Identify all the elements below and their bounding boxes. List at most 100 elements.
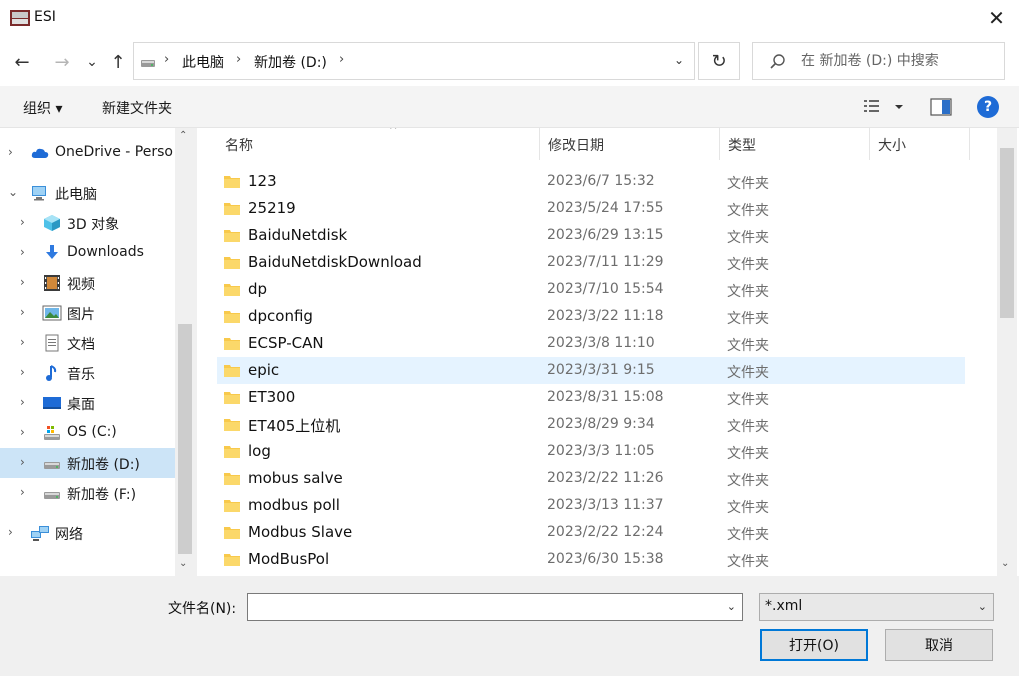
folder-icon — [224, 230, 240, 242]
file-row[interactable]: ECSP-CAN 2023/3/8 11:10 文件夹 — [217, 330, 965, 357]
cancel-button[interactable]: 取消 — [885, 629, 993, 661]
folder-icon — [224, 203, 240, 215]
tree-item[interactable]: › 文档 — [0, 328, 175, 358]
file-type-select[interactable]: *.xml ⌄ — [759, 593, 994, 621]
chevron-down-icon[interactable]: ⌄ — [8, 185, 18, 199]
breadcrumb-this-pc[interactable]: 此电脑 — [182, 52, 224, 72]
file-row[interactable]: 25219 2023/5/24 17:55 文件夹 — [217, 195, 965, 222]
tree-item-label: 3D 对象 — [67, 217, 120, 233]
search-input[interactable] — [801, 50, 997, 72]
folder-icon — [224, 473, 240, 485]
file-row[interactable]: ET300 2023/8/31 15:08 文件夹 — [217, 384, 965, 411]
scroll-down-icon[interactable]: ⌄ — [1001, 558, 1009, 569]
search-box[interactable] — [752, 42, 1005, 80]
tree-item[interactable]: › 视频 — [0, 268, 175, 298]
tree-item-label: 此电脑 — [55, 187, 97, 203]
filename-input[interactable] — [252, 597, 712, 617]
help-button[interactable]: ? — [977, 96, 999, 118]
new-folder-button[interactable]: 新建文件夹 — [102, 98, 172, 118]
file-row[interactable]: ET405上位机 2023/8/29 9:34 文件夹 — [217, 411, 965, 438]
scroll-up-icon[interactable]: ⌃ — [179, 130, 187, 141]
tree-item[interactable]: › Downloads — [0, 238, 175, 268]
forward-button[interactable]: → — [50, 50, 74, 74]
file-row[interactable]: modbus poll 2023/3/13 11:37 文件夹 — [217, 492, 965, 519]
back-button[interactable]: ← — [10, 50, 34, 74]
file-date: 2023/3/8 11:10 — [547, 335, 655, 351]
close-icon: ✕ — [988, 6, 1005, 30]
file-name: 25219 — [248, 199, 296, 217]
chevron-right-icon[interactable]: › — [20, 365, 25, 379]
open-button[interactable]: 打开(O) — [760, 629, 868, 661]
file-row[interactable]: dpconfig 2023/3/22 11:18 文件夹 — [217, 303, 965, 330]
tree-item[interactable]: ⌄ 此电脑 — [0, 178, 175, 208]
column-header-size[interactable]: 大小 — [870, 128, 970, 160]
file-name: epic — [248, 361, 280, 379]
column-header-name[interactable]: 名称 ^ — [217, 128, 540, 160]
navigation-pane-scrollbar[interactable]: ⌃ ⌄ — [175, 128, 195, 576]
music-icon — [42, 364, 62, 382]
chevron-down-icon[interactable]: ⌄ — [674, 53, 684, 67]
refresh-button[interactable]: ↻ — [698, 42, 740, 80]
address-bar[interactable]: › 此电脑 › 新加卷 (D:) › ⌄ — [133, 42, 695, 80]
file-row[interactable]: BaiduNetdiskDownload 2023/7/11 11:29 文件夹 — [217, 249, 965, 276]
file-row[interactable]: Modbus Slave 2023/2/22 12:24 文件夹 — [217, 519, 965, 546]
chevron-right-icon[interactable]: › — [8, 525, 13, 539]
scroll-down-icon[interactable]: ⌄ — [179, 558, 187, 569]
file-row[interactable]: mobus salve 2023/2/22 11:26 文件夹 — [217, 465, 965, 492]
chevron-down-icon[interactable]: ⌄ — [727, 600, 736, 613]
tree-item[interactable]: › 3D 对象 — [0, 208, 175, 238]
file-row[interactable]: BaiduNetdisk 2023/6/29 13:15 文件夹 — [217, 222, 965, 249]
tree-item[interactable]: › 网络 — [0, 518, 175, 548]
close-button[interactable]: ✕ — [974, 0, 1019, 36]
tree-item-label: OS (C:) — [67, 424, 117, 440]
tree-item[interactable]: › OS (C:) — [0, 418, 175, 448]
column-header-date[interactable]: 修改日期 — [540, 128, 720, 160]
chevron-right-icon[interactable]: › — [20, 245, 25, 259]
drive-icon — [42, 484, 62, 502]
breadcrumb-drive-d[interactable]: 新加卷 (D:) — [254, 52, 327, 72]
file-row[interactable]: dp 2023/7/10 15:54 文件夹 — [217, 276, 965, 303]
file-row[interactable]: ModBusPol 2023/6/30 15:38 文件夹 — [217, 546, 965, 573]
file-row[interactable]: log 2023/3/3 11:05 文件夹 — [217, 438, 965, 465]
arrow-up-icon: ↑ — [110, 51, 126, 73]
tree-item[interactable]: › 新加卷 (F:) — [0, 478, 175, 508]
download-icon — [42, 244, 62, 262]
organize-button[interactable]: 组织 ▾ — [23, 98, 62, 118]
filename-combobox[interactable]: ⌄ — [247, 593, 743, 621]
chevron-right-icon[interactable]: › — [20, 335, 25, 349]
navigation-pane: › OneDrive - Perso ⌄ 此电脑 › 3D 对象 › Downloads › 视频… — [0, 128, 195, 576]
file-name: dpconfig — [248, 307, 313, 325]
file-name: modbus poll — [248, 496, 340, 514]
tree-item[interactable]: › 新加卷 (D:) — [0, 448, 175, 478]
breadcrumb-separator-icon: › — [339, 52, 345, 67]
chevron-right-icon[interactable]: › — [20, 215, 25, 229]
file-name: log — [248, 442, 271, 460]
file-name: ECSP-CAN — [248, 334, 324, 352]
tree-item[interactable]: › 图片 — [0, 298, 175, 328]
column-header-type[interactable]: 类型 — [720, 128, 870, 160]
view-options-icon[interactable] — [862, 96, 908, 118]
tree-item-label: 视频 — [67, 277, 95, 293]
recent-locations-button[interactable]: ⌄ — [80, 50, 104, 74]
up-button[interactable]: ↑ — [106, 50, 130, 74]
chevron-right-icon[interactable]: › — [20, 425, 25, 439]
file-row[interactable]: epic 2023/3/31 9:15 文件夹 — [217, 357, 965, 384]
chevron-right-icon[interactable]: › — [20, 485, 25, 499]
command-bar: 组织 ▾ 新建文件夹 ? — [0, 86, 1019, 128]
tree-item[interactable]: › OneDrive - Perso — [0, 138, 175, 168]
chevron-right-icon[interactable]: › — [20, 275, 25, 289]
chevron-right-icon[interactable]: › — [8, 145, 13, 159]
file-name: 123 — [248, 172, 277, 190]
chevron-right-icon[interactable]: › — [20, 455, 25, 469]
tree-item[interactable]: › 音乐 — [0, 358, 175, 388]
scrollbar-thumb[interactable] — [178, 324, 192, 554]
preview-pane-icon[interactable] — [930, 97, 952, 117]
scrollbar-thumb[interactable] — [1000, 148, 1014, 318]
file-list-scrollbar[interactable]: ⌄ — [997, 128, 1017, 576]
file-row[interactable]: 123 2023/6/7 15:32 文件夹 — [217, 168, 965, 195]
folder-icon — [224, 419, 240, 431]
chevron-right-icon[interactable]: › — [20, 395, 25, 409]
tree-item[interactable]: › 桌面 — [0, 388, 175, 418]
chevron-right-icon[interactable]: › — [20, 305, 25, 319]
drive-icon — [42, 454, 62, 472]
